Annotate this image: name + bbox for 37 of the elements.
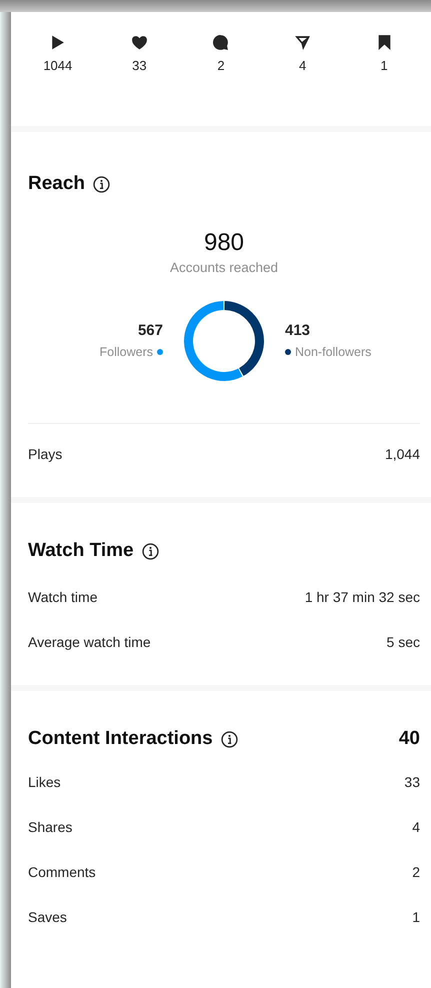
- interactions-total: 40: [398, 727, 420, 752]
- reach-caption: Accounts reached: [170, 258, 278, 276]
- info-icon[interactable]: [220, 731, 238, 748]
- metric-label: Shares: [28, 818, 72, 837]
- reach-total: 980: [204, 228, 244, 258]
- section-title: Content Interactions: [28, 727, 213, 752]
- legend-label: Non-followers: [295, 344, 372, 361]
- bookmark-icon: [376, 34, 393, 51]
- info-icon[interactable]: [142, 542, 159, 560]
- speech-bubble-icon: [212, 34, 230, 51]
- metric-label: Plays: [28, 444, 62, 464]
- legend-label: Followers: [100, 344, 153, 361]
- metric-value: 5 sec: [386, 633, 420, 652]
- play-icon: [49, 34, 66, 51]
- stat-count: 2: [217, 57, 225, 75]
- metric-value: 1 hr 37 min 32 sec: [304, 588, 420, 608]
- stat-count: 1: [380, 57, 388, 75]
- metric-value: 2: [412, 862, 420, 882]
- metric-value: 1,044: [384, 444, 420, 464]
- metric-label: Saves: [28, 908, 67, 927]
- metric-label: Likes: [28, 772, 61, 792]
- metric-value: 1: [412, 908, 420, 927]
- legend-count: 413: [285, 321, 310, 342]
- stat-count: 1044: [43, 57, 72, 75]
- legend-count: 567: [138, 321, 163, 342]
- metric-label: Watch time: [28, 588, 98, 608]
- metric-label: Average watch time: [28, 633, 151, 652]
- stat-count: 33: [132, 57, 147, 75]
- metric-label: Comments: [28, 862, 96, 882]
- heart-icon: [130, 34, 148, 51]
- paper-plane-icon: [294, 34, 312, 51]
- section-title: Watch Time: [28, 538, 134, 563]
- metric-value: 4: [412, 818, 420, 837]
- section-title: Reach: [28, 172, 86, 196]
- stat-count: 4: [298, 57, 306, 75]
- info-icon[interactable]: [93, 176, 110, 193]
- metric-value: 33: [404, 772, 420, 792]
